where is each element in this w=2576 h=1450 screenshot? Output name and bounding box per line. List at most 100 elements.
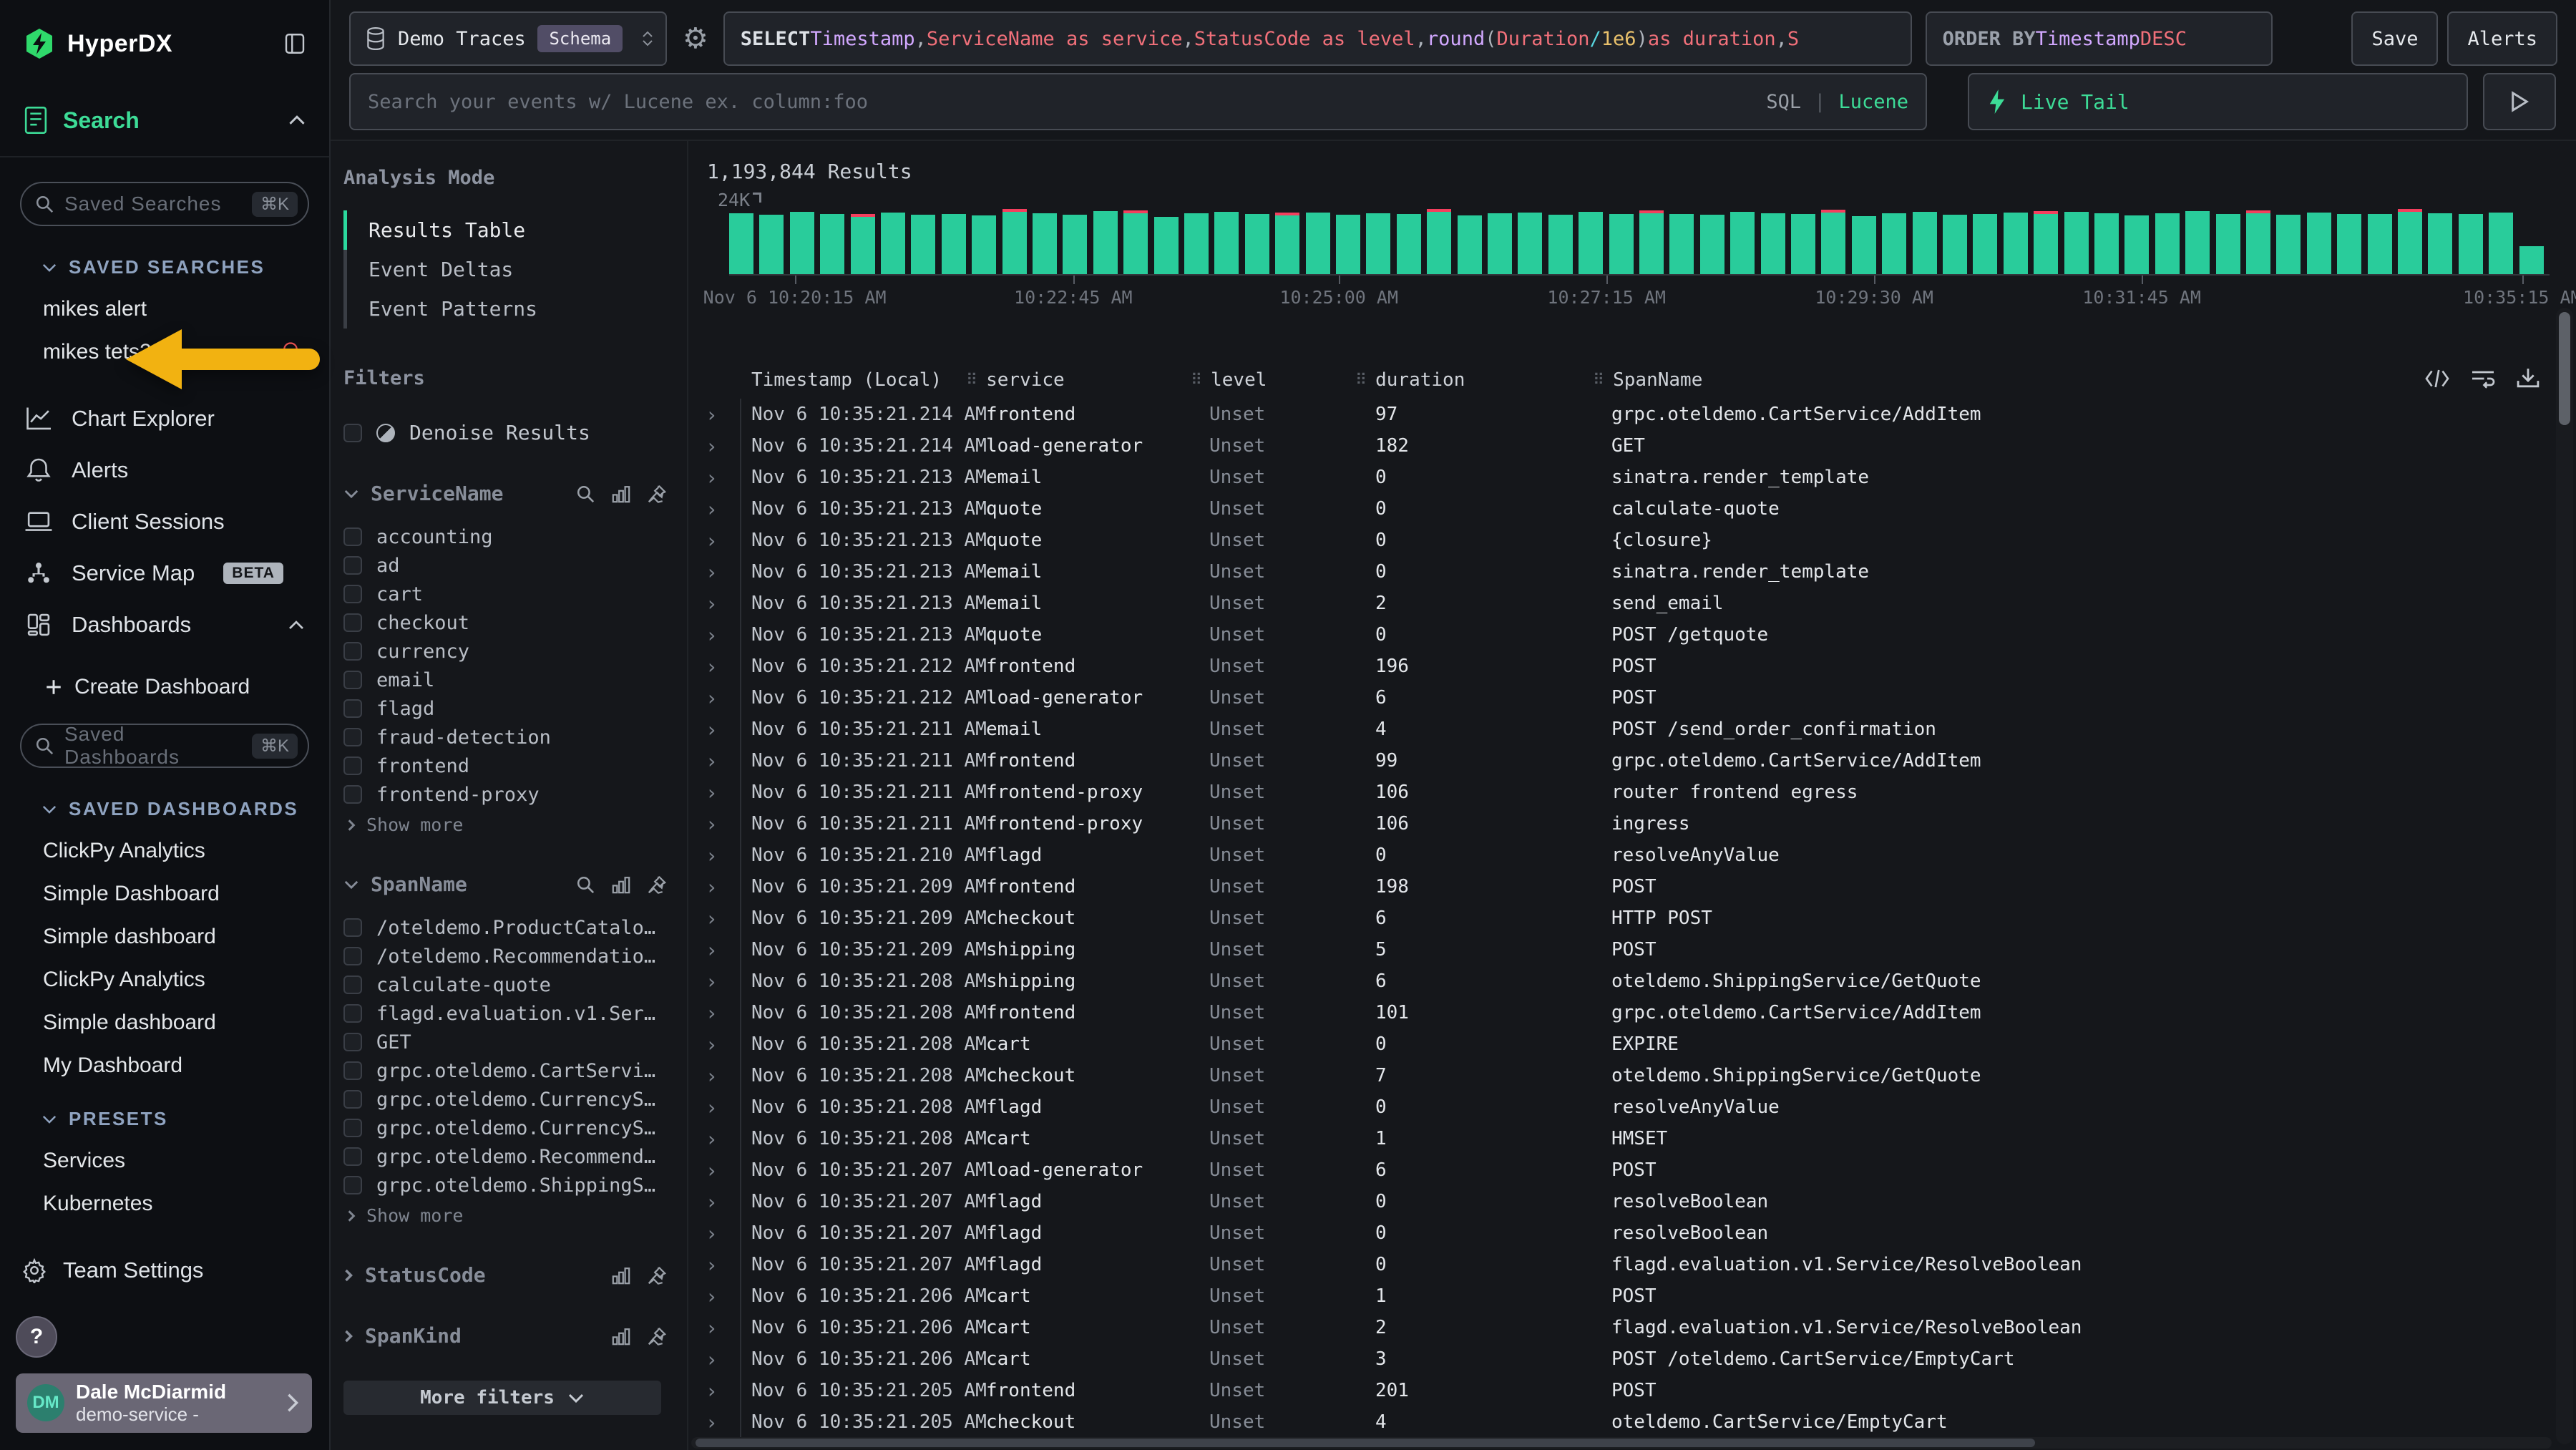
histogram-bar[interactable] xyxy=(1214,212,1239,274)
order-by-input[interactable]: ORDER BY Timestamp DESC xyxy=(1926,11,2273,66)
table-row[interactable]: ›Nov 6 10:35:21.213 AMemailUnset2send_em… xyxy=(690,588,2547,619)
create-dashboard-button[interactable]: Create Dashboard xyxy=(44,675,329,699)
histogram-bar[interactable] xyxy=(1488,213,1512,274)
expand-row-icon[interactable]: › xyxy=(690,1123,741,1154)
events-histogram[interactable]: 24K Nov 6 10:20:15 AM10:22:45 AM10:25:00… xyxy=(729,213,2550,276)
column-header-spanname[interactable]: ⠿SpanName xyxy=(1593,369,2547,391)
more-filters-button[interactable]: More filters xyxy=(343,1381,661,1415)
filter-checkbox-item[interactable]: grpc.oteldemo.CurrencyS… xyxy=(343,1114,667,1142)
table-row[interactable]: ›Nov 6 10:35:21.213 AMemailUnset0sinatra… xyxy=(690,462,2547,493)
filter-checkbox-item[interactable]: fraud-detection xyxy=(343,723,667,751)
expand-row-icon[interactable]: › xyxy=(690,619,741,651)
histogram-bar[interactable] xyxy=(2155,213,2180,274)
expand-row-icon[interactable]: › xyxy=(690,1249,741,1280)
checkbox[interactable] xyxy=(343,756,362,775)
expand-row-icon[interactable]: › xyxy=(690,462,741,493)
expand-row-icon[interactable]: › xyxy=(690,1186,741,1217)
checkbox[interactable] xyxy=(343,947,362,965)
histogram-bar[interactable] xyxy=(1548,215,1573,274)
sidebar-item-team-settings[interactable]: Team Settings xyxy=(21,1257,329,1283)
sidebar-item-client-sessions[interactable]: Client Sessions xyxy=(0,496,329,548)
checkbox[interactable] xyxy=(343,1090,362,1109)
chevron-up-icon[interactable] xyxy=(288,115,306,126)
checkbox[interactable] xyxy=(343,585,362,603)
schema-badge[interactable]: Schema xyxy=(537,25,623,52)
table-row[interactable]: ›Nov 6 10:35:21.211 AMfrontend-proxyUnse… xyxy=(690,777,2547,808)
histogram-bar[interactable] xyxy=(2276,215,2301,274)
help-button[interactable]: ? xyxy=(16,1316,57,1358)
table-row[interactable]: ›Nov 6 10:35:21.208 AMflagdUnset0resolve… xyxy=(690,1091,2547,1123)
table-row[interactable]: ›Nov 6 10:35:21.206 AMcartUnset3POST /ot… xyxy=(690,1343,2547,1375)
expand-row-icon[interactable]: › xyxy=(690,399,741,430)
expand-row-icon[interactable]: › xyxy=(690,1091,741,1123)
histogram-bar[interactable] xyxy=(1579,212,1603,274)
filter-checkbox-item[interactable]: flagd.evaluation.v1.Ser… xyxy=(343,999,667,1028)
sidebar-item-search[interactable]: Search xyxy=(0,106,329,135)
histogram-bar[interactable] xyxy=(1973,214,1997,274)
saved-dashboard-item[interactable]: Simple Dashboard xyxy=(43,882,301,906)
checkbox[interactable] xyxy=(343,1147,362,1166)
saved-searches-section-header[interactable]: SAVED SEARCHES xyxy=(42,256,329,278)
histogram-bar[interactable] xyxy=(2124,215,2149,274)
column-header-timestamp[interactable]: Timestamp (Local) xyxy=(741,369,965,391)
expand-row-icon[interactable]: › xyxy=(690,714,741,745)
filter-checkbox-item[interactable]: calculate-quote xyxy=(343,970,667,999)
histogram-bar[interactable] xyxy=(2216,214,2240,274)
histogram-bar[interactable] xyxy=(2428,213,2452,274)
table-row[interactable]: ›Nov 6 10:35:21.209 AMshippingUnset5POST xyxy=(690,934,2547,965)
histogram-bar[interactable] xyxy=(2034,214,2058,274)
table-row[interactable]: ›Nov 6 10:35:21.207 AMflagdUnset0resolve… xyxy=(690,1217,2547,1249)
table-row[interactable]: ›Nov 6 10:35:21.211 AMfrontendUnset99grp… xyxy=(690,745,2547,777)
histogram-bar[interactable] xyxy=(1700,215,1724,274)
horizontal-scrollbar[interactable] xyxy=(691,1437,2552,1449)
sidebar-item-alerts[interactable]: Alerts xyxy=(0,444,329,496)
vertical-scrollbar-thumb[interactable] xyxy=(2559,312,2570,425)
histogram-bar[interactable] xyxy=(1336,215,1360,274)
user-menu[interactable]: DM Dale McDiarmid demo-service - xyxy=(16,1373,312,1433)
table-row[interactable]: ›Nov 6 10:35:21.210 AMflagdUnset0resolve… xyxy=(690,840,2547,871)
drag-handle-icon[interactable]: ⠿ xyxy=(966,371,977,389)
histogram-bar[interactable] xyxy=(881,213,905,274)
histogram-bar[interactable] xyxy=(1639,213,1664,274)
sidebar-item-dashboards[interactable]: Dashboards xyxy=(0,599,329,651)
expand-row-icon[interactable]: › xyxy=(690,525,741,556)
histogram-bar[interactable] xyxy=(2064,212,2089,274)
saved-dashboards-input[interactable]: Saved Dashboards ⌘K xyxy=(20,724,309,768)
expand-row-icon[interactable]: › xyxy=(690,493,741,525)
save-button[interactable]: Save xyxy=(2351,11,2438,66)
checkbox[interactable] xyxy=(343,556,362,575)
saved-dashboard-item[interactable]: ClickPy Analytics xyxy=(43,839,301,863)
checkbox[interactable] xyxy=(343,1004,362,1023)
histogram-bar[interactable] xyxy=(1123,213,1148,274)
lucene-mode-toggle[interactable]: Lucene xyxy=(1838,91,1908,113)
histogram-bar[interactable] xyxy=(790,212,814,274)
filter-group-spanname[interactable]: SpanName xyxy=(343,872,667,896)
histogram-bar[interactable] xyxy=(1033,213,1057,274)
saved-search-item[interactable]: mikes alert xyxy=(43,297,301,321)
expand-row-icon[interactable]: › xyxy=(690,1375,741,1406)
live-tail-button[interactable]: Live Tail xyxy=(1968,73,2468,130)
histogram-bar[interactable] xyxy=(2094,213,2119,274)
code-view-icon[interactable] xyxy=(2424,368,2450,389)
histogram-bar[interactable] xyxy=(1397,214,1421,274)
saved-search-item[interactable]: mikes tets2 xyxy=(43,340,301,364)
table-row[interactable]: ›Nov 6 10:35:21.211 AMfrontend-proxyUnse… xyxy=(690,808,2547,840)
expand-row-icon[interactable]: › xyxy=(690,556,741,588)
histogram-bar[interactable] xyxy=(1669,214,1694,274)
checkbox[interactable] xyxy=(343,613,362,632)
histogram-bar[interactable] xyxy=(820,214,844,274)
expand-row-icon[interactable]: › xyxy=(690,682,741,714)
filter-checkbox-item[interactable]: grpc.oteldemo.CartServi… xyxy=(343,1056,667,1085)
search-icon[interactable] xyxy=(575,875,595,895)
filter-checkbox-item[interactable]: checkout xyxy=(343,608,667,637)
histogram-bar[interactable] xyxy=(1245,214,1269,274)
table-row[interactable]: ›Nov 6 10:35:21.209 AMcheckoutUnset6HTTP… xyxy=(690,902,2547,934)
checkbox[interactable] xyxy=(343,671,362,689)
filter-checkbox-item[interactable]: grpc.oteldemo.ShippingS… xyxy=(343,1171,667,1200)
bar-chart-icon[interactable] xyxy=(611,1265,631,1285)
servicename-show-more[interactable]: Show more xyxy=(346,814,667,835)
table-row[interactable]: ›Nov 6 10:35:21.207 AMflagdUnset0resolve… xyxy=(690,1186,2547,1217)
expand-row-icon[interactable]: › xyxy=(690,1406,741,1438)
wrap-lines-icon[interactable] xyxy=(2470,368,2496,389)
expand-row-icon[interactable]: › xyxy=(690,777,741,808)
